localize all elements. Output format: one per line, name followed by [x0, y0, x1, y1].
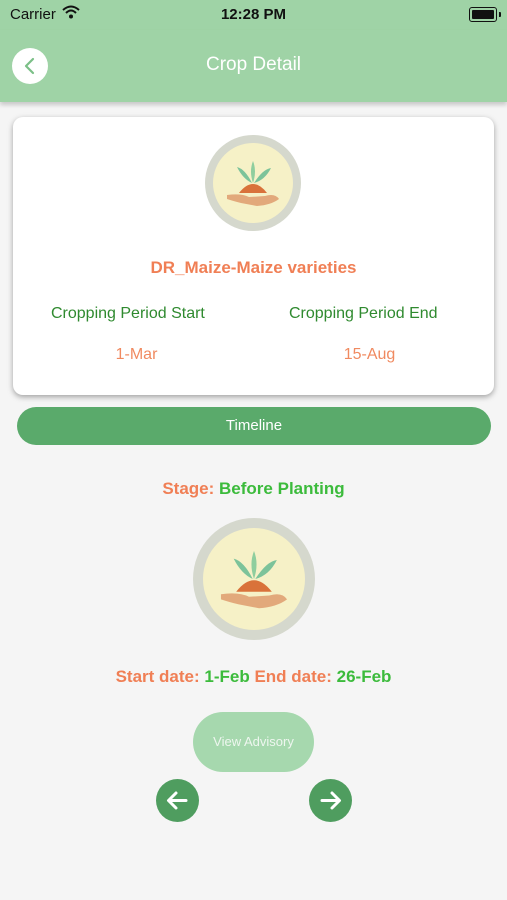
end-date-prefix: End date:	[254, 667, 332, 686]
arrow-left-icon	[167, 791, 188, 810]
clock-time: 12:28 PM	[220, 6, 287, 23]
plant-in-hand-icon	[227, 161, 279, 206]
stage-dates: Start date: 1-Feb End date: 26-Feb	[0, 667, 507, 687]
end-date-value: 26-Feb	[336, 667, 392, 686]
crop-name: DR_Maize-Maize varieties	[150, 258, 357, 277]
plant-in-hand-icon	[220, 551, 288, 609]
stage-name: Before Planting	[219, 479, 345, 498]
cropping-period-start-value: 1-Mar	[115, 346, 158, 363]
start-date-prefix: Start date:	[115, 667, 200, 686]
page-title: Crop Detail	[205, 54, 302, 75]
previous-stage-button[interactable]	[156, 779, 199, 822]
next-stage-button[interactable]	[309, 779, 352, 822]
stage-image	[193, 518, 315, 640]
stage-prefix: Stage:	[162, 479, 215, 498]
status-bar: Carrier 12:28 PM	[0, 0, 507, 30]
arrow-right-icon	[320, 791, 341, 810]
cropping-period-start-label: Cropping Period Start	[51, 305, 205, 322]
battery-icon	[469, 7, 501, 22]
stage-heading: Stage: Before Planting	[0, 479, 507, 499]
crop-image	[205, 135, 301, 231]
start-date-value: 1-Feb	[204, 667, 250, 686]
navigation-bar: Crop Detail	[0, 30, 507, 102]
cropping-period-end-label: Cropping Period End	[289, 305, 438, 322]
crop-info-card: DR_Maize-Maize varieties Cropping Period…	[13, 117, 494, 395]
timeline-button[interactable]: Timeline	[17, 407, 491, 445]
view-advisory-button[interactable]: View Advisory	[193, 712, 314, 772]
cropping-period-end-value: 15-Aug	[343, 346, 396, 363]
